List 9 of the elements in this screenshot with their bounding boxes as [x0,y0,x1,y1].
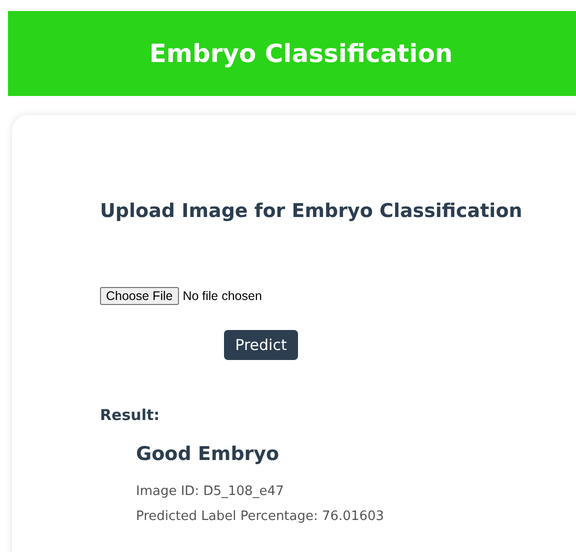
predict-button[interactable]: Predict [224,330,298,360]
prediction-label: Good Embryo [136,443,280,465]
result-label: Result: [100,406,161,424]
result-detail: Predicted Label Percentage: 76.01603 [136,508,386,526]
page-title: Embryo Classification [149,39,453,68]
result-detail: Image ID: D5_108_e47 [136,483,285,501]
choose-file-button[interactable]: Choose File [100,287,179,305]
upload-heading: Upload Image for Embryo Classification [100,200,524,222]
file-status: No file chosen [182,289,262,303]
